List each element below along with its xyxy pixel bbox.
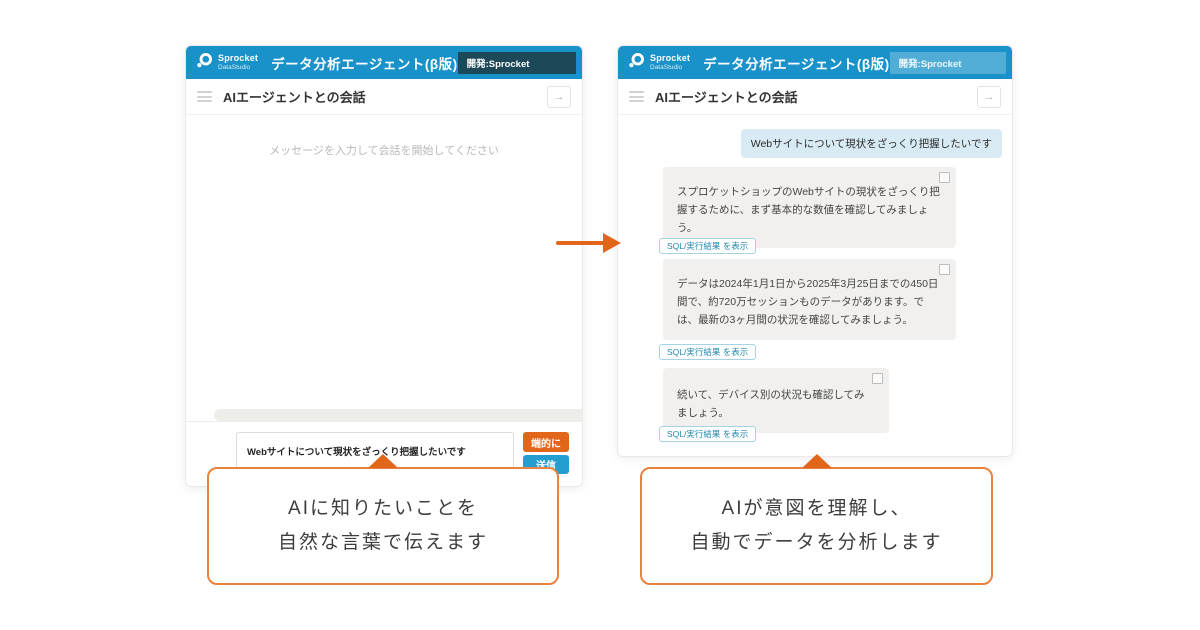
sql-results-toggle-button[interactable]: SQL/実行結果 を表示 — [659, 238, 756, 254]
callout-text-line: 自動でデータを分析します — [690, 530, 942, 557]
logo-title: Sprocket — [218, 54, 258, 63]
sprocket-logo-text: Sprocket DataStudio — [218, 54, 258, 72]
empty-state-message: メッセージを入力して会話を開始してください — [186, 115, 582, 158]
app-header: Sprocket DataStudio データ分析エージェント(β版) 開発:S… — [618, 46, 1012, 79]
callout-right: AIが意図を理解し、 自動でデータを分析します — [640, 467, 993, 585]
conversation-title: AIエージェントとの会話 — [655, 87, 798, 106]
sprocket-logo-icon — [196, 52, 213, 74]
callout-left: AIに知りたいことを 自然な言葉で伝えます — [207, 467, 559, 585]
copy-icon[interactable] — [872, 373, 883, 384]
logo-title: Sprocket — [650, 54, 690, 63]
sprocket-logo: Sprocket DataStudio — [196, 52, 258, 74]
copy-icon[interactable] — [939, 172, 950, 183]
transition-arrow-line — [556, 241, 605, 245]
sql-results-toggle-button[interactable]: SQL/実行結果 を表示 — [659, 344, 756, 360]
chat-window-before: Sprocket DataStudio データ分析エージェント(β版) 開発:S… — [185, 45, 583, 487]
sprocket-logo-text: Sprocket DataStudio — [650, 54, 690, 72]
sprocket-logo: Sprocket DataStudio — [628, 52, 690, 74]
app-title: データ分析エージェント(β版) — [703, 53, 889, 73]
ai-message-bubble: スプロケットショップのWebサイトの現状をざっくり把握するために、まず基本的な数… — [663, 167, 956, 248]
developer-badge: 開発:Sprocket — [890, 52, 1006, 74]
callout-text-line: AIに知りたいことを — [288, 496, 478, 523]
sprocket-logo-icon — [628, 52, 645, 74]
sql-results-toggle-button[interactable]: SQL/実行結果 を表示 — [659, 426, 756, 442]
footer-shadow-bar — [214, 409, 582, 421]
concise-button[interactable]: 端的に — [523, 432, 569, 452]
app-header: Sprocket DataStudio データ分析エージェント(β版) 開発:S… — [186, 46, 582, 79]
logo-subtitle: DataStudio — [650, 65, 690, 72]
callout-text-line: AIが意図を理解し、 — [722, 496, 912, 523]
ai-message-bubble: 続いて、デバイス別の状況も確認してみましょう。 — [663, 368, 889, 433]
conversation-title: AIエージェントとの会話 — [223, 87, 366, 106]
conversation-header: AIエージェントとの会話 → — [186, 79, 582, 115]
callout-pointer-triangle — [368, 454, 398, 468]
user-message-bubble: Webサイトについて現状をざっくり把握したいです — [741, 129, 1002, 158]
callout-text-line: 自然な言葉で伝えます — [278, 530, 488, 557]
conversation-header: AIエージェントとの会話 → — [618, 79, 1012, 115]
ai-message-text: スプロケットショップのWebサイトの現状をざっくり把握するために、まず基本的な数… — [677, 186, 940, 234]
logo-subtitle: DataStudio — [218, 65, 258, 72]
callout-pointer-triangle — [802, 454, 832, 468]
app-title: データ分析エージェント(β版) — [271, 53, 457, 73]
forward-arrow-button[interactable]: → — [977, 86, 1001, 108]
forward-arrow-button[interactable]: → — [547, 86, 571, 108]
ai-message-bubble: データは2024年1月1日から2025年3月25日までの450日間で、約720万… — [663, 259, 956, 340]
ai-message-text: 続いて、デバイス別の状況も確認してみましょう。 — [677, 389, 865, 419]
menu-icon[interactable] — [629, 91, 644, 102]
transition-arrow-head — [603, 233, 621, 253]
developer-badge: 開発:Sprocket — [458, 52, 576, 74]
ai-message-text: データは2024年1月1日から2025年3月25日までの450日間で、約720万… — [677, 278, 938, 326]
chat-window-after: Sprocket DataStudio データ分析エージェント(β版) 開発:S… — [617, 45, 1013, 457]
copy-icon[interactable] — [939, 264, 950, 275]
menu-icon[interactable] — [197, 91, 212, 102]
